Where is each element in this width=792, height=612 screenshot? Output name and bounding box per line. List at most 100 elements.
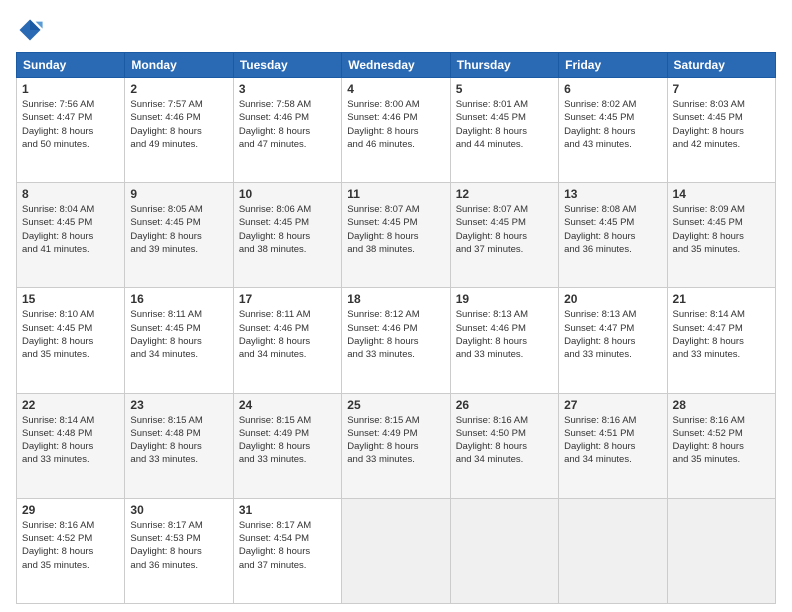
day-header-friday: Friday	[559, 53, 667, 78]
day-number: 2	[130, 82, 227, 96]
calendar-cell: 16 Sunrise: 8:11 AMSunset: 4:45 PMDayligh…	[125, 288, 233, 393]
day-info: Sunrise: 8:01 AMSunset: 4:45 PMDaylight:…	[456, 98, 553, 151]
day-info: Sunrise: 8:05 AMSunset: 4:45 PMDaylight:…	[130, 203, 227, 256]
day-number: 28	[673, 398, 770, 412]
day-number: 20	[564, 292, 661, 306]
day-info: Sunrise: 8:11 AMSunset: 4:45 PMDaylight:…	[130, 308, 227, 361]
day-number: 27	[564, 398, 661, 412]
calendar-cell: 28 Sunrise: 8:16 AMSunset: 4:52 PMDayligh…	[667, 393, 775, 498]
day-number: 1	[22, 82, 119, 96]
day-header-thursday: Thursday	[450, 53, 558, 78]
calendar-cell: 31 Sunrise: 8:17 AMSunset: 4:54 PMDayligh…	[233, 498, 341, 603]
day-number: 7	[673, 82, 770, 96]
day-number: 21	[673, 292, 770, 306]
calendar-cell: 2Sunrise: 7:57 AMSunset: 4:46 PMDaylight…	[125, 78, 233, 183]
day-number: 11	[347, 187, 444, 201]
day-number: 19	[456, 292, 553, 306]
day-info: Sunrise: 7:56 AMSunset: 4:47 PMDaylight:…	[22, 98, 119, 151]
day-info: Sunrise: 8:14 AMSunset: 4:48 PMDaylight:…	[22, 414, 119, 467]
calendar-cell: 24 Sunrise: 8:15 AMSunset: 4:49 PMDayligh…	[233, 393, 341, 498]
day-info: Sunrise: 8:04 AMSunset: 4:45 PMDaylight:…	[22, 203, 119, 256]
day-number: 16	[130, 292, 227, 306]
calendar-cell: 18Sunrise: 8:12 AMSunset: 4:46 PMDayligh…	[342, 288, 450, 393]
calendar-cell: 30 Sunrise: 8:17 AMSunset: 4:53 PMDayligh…	[125, 498, 233, 603]
day-number: 10	[239, 187, 336, 201]
calendar-cell: 11 Sunrise: 8:07 AMSunset: 4:45 PMDayligh…	[342, 183, 450, 288]
day-number: 25	[347, 398, 444, 412]
calendar-cell: 10 Sunrise: 8:06 AMSunset: 4:45 PMDayligh…	[233, 183, 341, 288]
day-number: 22	[22, 398, 119, 412]
calendar-cell: 5Sunrise: 8:01 AMSunset: 4:45 PMDaylight…	[450, 78, 558, 183]
day-info: Sunrise: 8:02 AMSunset: 4:45 PMDaylight:…	[564, 98, 661, 151]
calendar-cell	[667, 498, 775, 603]
calendar-cell: 8 Sunrise: 8:04 AMSunset: 4:45 PMDaylight…	[17, 183, 125, 288]
day-info: Sunrise: 8:16 AMSunset: 4:50 PMDaylight:…	[456, 414, 553, 467]
day-number: 23	[130, 398, 227, 412]
calendar-cell: 1 Sunrise: 7:56 AMSunset: 4:47 PMDaylight…	[17, 78, 125, 183]
calendar-cell: 25 Sunrise: 8:15 AMSunset: 4:49 PMDayligh…	[342, 393, 450, 498]
calendar-cell: 27 Sunrise: 8:16 AMSunset: 4:51 PMDayligh…	[559, 393, 667, 498]
day-number: 13	[564, 187, 661, 201]
day-info: Sunrise: 8:10 AMSunset: 4:45 PMDaylight:…	[22, 308, 119, 361]
day-info: Sunrise: 8:06 AMSunset: 4:45 PMDaylight:…	[239, 203, 336, 256]
logo-icon	[16, 16, 44, 44]
day-header-monday: Monday	[125, 53, 233, 78]
day-number: 18	[347, 292, 444, 306]
day-number: 3	[239, 82, 336, 96]
day-info: Sunrise: 8:07 AMSunset: 4:45 PMDaylight:…	[347, 203, 444, 256]
day-header-wednesday: Wednesday	[342, 53, 450, 78]
calendar-cell	[559, 498, 667, 603]
day-number: 24	[239, 398, 336, 412]
day-info: Sunrise: 8:13 AMSunset: 4:47 PMDaylight:…	[564, 308, 661, 361]
calendar-cell: 6Sunrise: 8:02 AMSunset: 4:45 PMDaylight…	[559, 78, 667, 183]
calendar-cell: 22 Sunrise: 8:14 AMSunset: 4:48 PMDayligh…	[17, 393, 125, 498]
day-number: 26	[456, 398, 553, 412]
header	[16, 12, 776, 44]
day-info: Sunrise: 8:15 AMSunset: 4:49 PMDaylight:…	[239, 414, 336, 467]
calendar-cell: 3 Sunrise: 7:58 AMSunset: 4:46 PMDaylight…	[233, 78, 341, 183]
day-number: 12	[456, 187, 553, 201]
day-info: Sunrise: 8:07 AMSunset: 4:45 PMDaylight:…	[456, 203, 553, 256]
day-number: 8	[22, 187, 119, 201]
calendar-cell: 15Sunrise: 8:10 AMSunset: 4:45 PMDayligh…	[17, 288, 125, 393]
calendar-cell: 13 Sunrise: 8:08 AMSunset: 4:45 PMDayligh…	[559, 183, 667, 288]
day-number: 17	[239, 292, 336, 306]
calendar-cell: 19Sunrise: 8:13 AMSunset: 4:46 PMDayligh…	[450, 288, 558, 393]
week-row-4: 22 Sunrise: 8:14 AMSunset: 4:48 PMDayligh…	[17, 393, 776, 498]
day-header-sunday: Sunday	[17, 53, 125, 78]
day-number: 30	[130, 503, 227, 517]
day-number: 31	[239, 503, 336, 517]
day-info: Sunrise: 8:17 AMSunset: 4:53 PMDaylight:…	[130, 519, 227, 572]
calendar-cell: 7Sunrise: 8:03 AMSunset: 4:45 PMDaylight…	[667, 78, 775, 183]
calendar-cell: 12 Sunrise: 8:07 AMSunset: 4:45 PMDayligh…	[450, 183, 558, 288]
day-info: Sunrise: 8:16 AMSunset: 4:51 PMDaylight:…	[564, 414, 661, 467]
day-info: Sunrise: 8:15 AMSunset: 4:49 PMDaylight:…	[347, 414, 444, 467]
logo	[16, 16, 48, 44]
calendar-header: SundayMondayTuesdayWednesdayThursdayFrid…	[17, 53, 776, 78]
calendar-cell: 9 Sunrise: 8:05 AMSunset: 4:45 PMDaylight…	[125, 183, 233, 288]
calendar-table: SundayMondayTuesdayWednesdayThursdayFrid…	[16, 52, 776, 604]
calendar-cell: 20 Sunrise: 8:13 AMSunset: 4:47 PMDayligh…	[559, 288, 667, 393]
calendar-cell	[450, 498, 558, 603]
page: SundayMondayTuesdayWednesdayThursdayFrid…	[0, 0, 792, 612]
day-info: Sunrise: 8:16 AMSunset: 4:52 PMDaylight:…	[673, 414, 770, 467]
calendar-cell: 26 Sunrise: 8:16 AMSunset: 4:50 PMDayligh…	[450, 393, 558, 498]
day-info: Sunrise: 8:17 AMSunset: 4:54 PMDaylight:…	[239, 519, 336, 572]
week-row-2: 8 Sunrise: 8:04 AMSunset: 4:45 PMDaylight…	[17, 183, 776, 288]
week-row-1: 1 Sunrise: 7:56 AMSunset: 4:47 PMDaylight…	[17, 78, 776, 183]
days-header-row: SundayMondayTuesdayWednesdayThursdayFrid…	[17, 53, 776, 78]
day-info: Sunrise: 8:15 AMSunset: 4:48 PMDaylight:…	[130, 414, 227, 467]
day-info: Sunrise: 8:09 AMSunset: 4:45 PMDaylight:…	[673, 203, 770, 256]
day-info: Sunrise: 8:14 AMSunset: 4:47 PMDaylight:…	[673, 308, 770, 361]
day-info: Sunrise: 8:08 AMSunset: 4:45 PMDaylight:…	[564, 203, 661, 256]
week-row-3: 15Sunrise: 8:10 AMSunset: 4:45 PMDayligh…	[17, 288, 776, 393]
day-info: Sunrise: 8:00 AMSunset: 4:46 PMDaylight:…	[347, 98, 444, 151]
day-number: 9	[130, 187, 227, 201]
day-info: Sunrise: 7:58 AMSunset: 4:46 PMDaylight:…	[239, 98, 336, 151]
calendar-body: 1 Sunrise: 7:56 AMSunset: 4:47 PMDaylight…	[17, 78, 776, 604]
calendar-cell: 17 Sunrise: 8:11 AMSunset: 4:46 PMDayligh…	[233, 288, 341, 393]
day-info: Sunrise: 8:11 AMSunset: 4:46 PMDaylight:…	[239, 308, 336, 361]
day-info: Sunrise: 8:16 AMSunset: 4:52 PMDaylight:…	[22, 519, 119, 572]
day-header-tuesday: Tuesday	[233, 53, 341, 78]
day-number: 29	[22, 503, 119, 517]
